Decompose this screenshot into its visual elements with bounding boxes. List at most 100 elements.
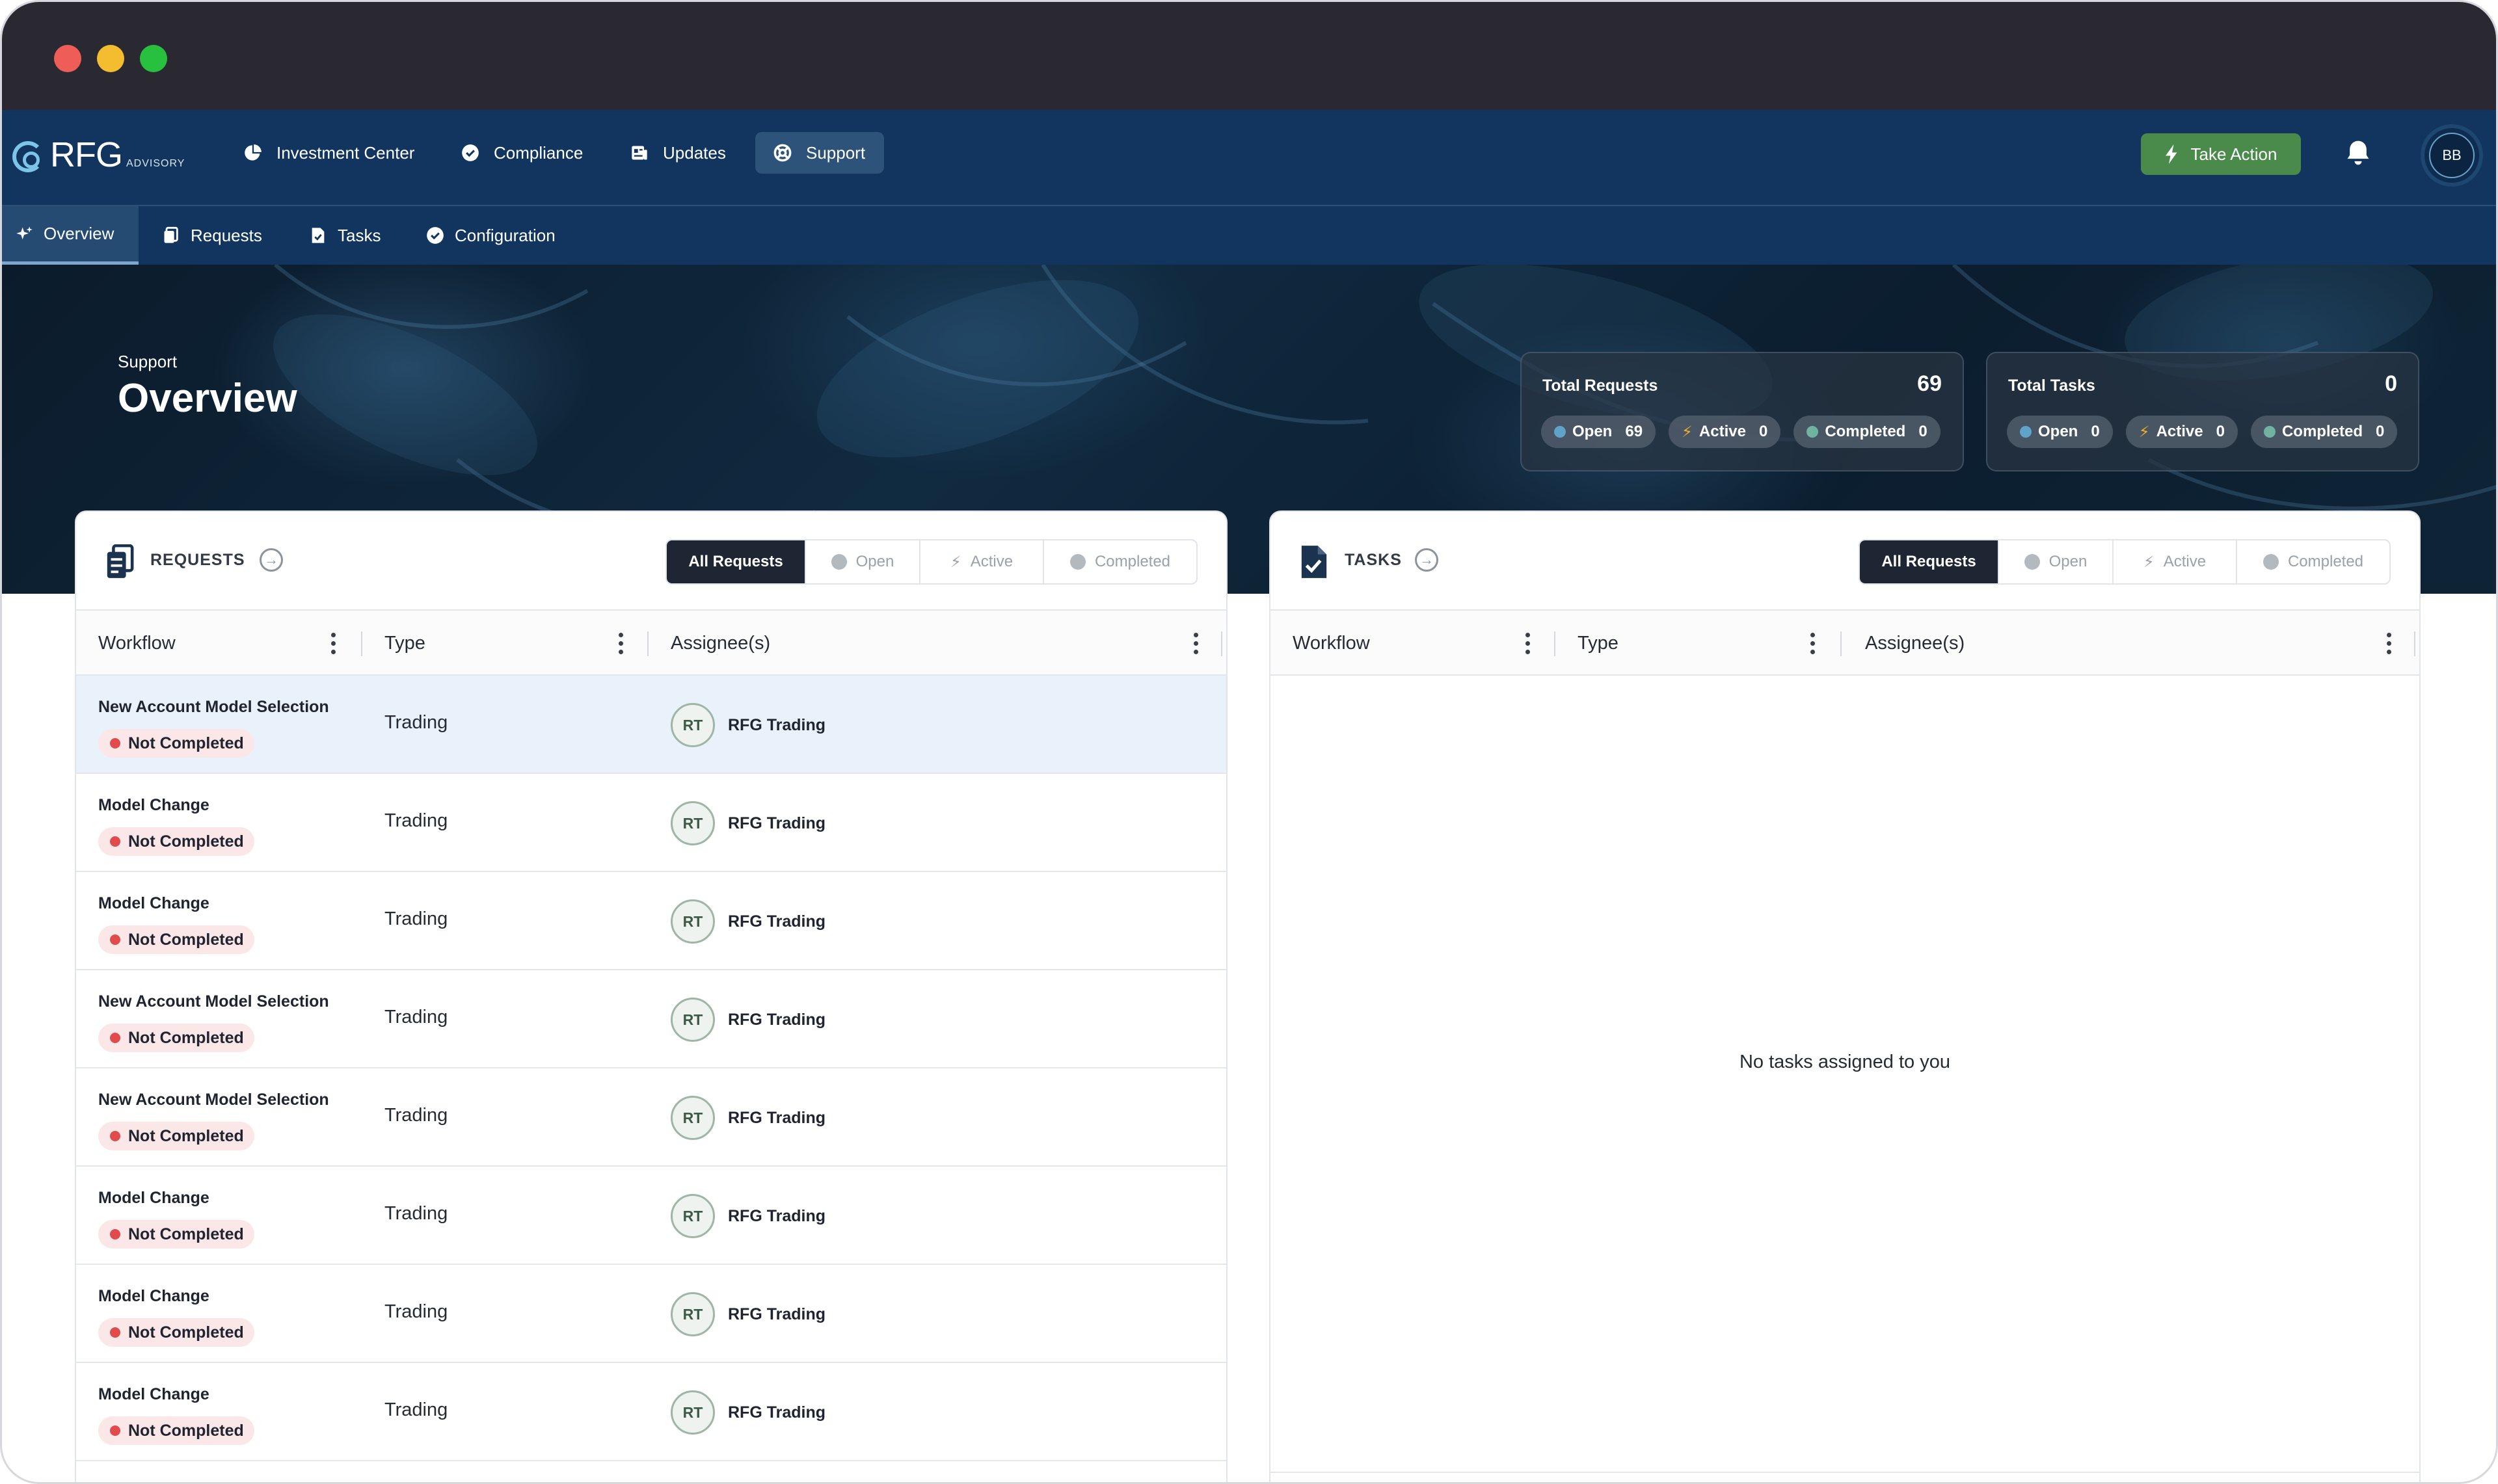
- check-circle-icon: [1069, 554, 1086, 570]
- tab-label: Overview: [44, 224, 114, 243]
- nav-support[interactable]: Support: [755, 132, 884, 174]
- column-menu-icon[interactable]: [1810, 633, 1816, 655]
- filter-label: Active: [970, 553, 1014, 570]
- filter-active[interactable]: ⚡ Active: [2112, 540, 2236, 583]
- column-menu-icon[interactable]: [2387, 633, 2392, 655]
- column-divider[interactable]: [361, 631, 362, 656]
- notification-bell-icon[interactable]: [2344, 139, 2372, 167]
- take-action-label: Take Action: [2190, 144, 2277, 164]
- open-pill[interactable]: Open 69: [1541, 416, 1656, 448]
- panel-title: REQUESTS: [150, 551, 245, 569]
- filter-open[interactable]: Open: [1998, 540, 2112, 583]
- filter-open[interactable]: Open: [805, 540, 919, 583]
- column-menu-icon[interactable]: [331, 633, 336, 655]
- workflow-name: Model Change: [98, 1189, 209, 1207]
- table-row[interactable]: Model Change Not Completed Trading RT RFG…: [76, 1363, 1226, 1461]
- assignee: RT RFG Trading: [671, 801, 826, 845]
- documents-icon: [107, 544, 134, 578]
- workflow-name: Model Change: [98, 1287, 209, 1305]
- close-window-button[interactable]: [54, 45, 81, 72]
- column-divider[interactable]: [2414, 631, 2415, 656]
- tab-label: Tasks: [338, 225, 381, 245]
- assignee-name: RFG Trading: [728, 715, 826, 734]
- table-row[interactable]: Model Change Not Completed Trading RT RFG…: [76, 1167, 1226, 1265]
- filter-completed[interactable]: Completed: [1043, 540, 1196, 583]
- open-pill[interactable]: Open 0: [2007, 416, 2113, 448]
- completed-pill[interactable]: Completed 0: [2250, 416, 2398, 448]
- card-total: 69: [1917, 371, 1942, 396]
- card-title: Total Requests: [1542, 377, 1658, 395]
- open-icon: [831, 554, 847, 570]
- workflow-name: Model Change: [98, 894, 209, 912]
- pill-value: 69: [1625, 423, 1643, 440]
- bolt-icon: ⚡: [1682, 423, 1693, 441]
- nav-label: Investment Center: [276, 142, 415, 163]
- column-header-type[interactable]: Type: [1578, 611, 1618, 676]
- column-divider[interactable]: [1221, 631, 1222, 656]
- workflow-name: Model Change: [98, 796, 209, 814]
- table-row[interactable]: New Account Model Selection Not Complete…: [76, 1068, 1226, 1167]
- table-row[interactable]: New Account Model Selection Not Complete…: [76, 676, 1226, 774]
- workflow-name: Model Change: [98, 1385, 209, 1403]
- assignee: RT RFG Trading: [671, 703, 826, 747]
- table-footer-divider: [1270, 1472, 2419, 1473]
- completed-pill[interactable]: Completed 0: [1793, 416, 1941, 448]
- nav-compliance[interactable]: Compliance: [443, 132, 601, 174]
- arrow-right-icon[interactable]: →: [1415, 548, 1438, 572]
- pill-value: 0: [2091, 423, 2100, 440]
- active-pill[interactable]: ⚡ Active 0: [2125, 416, 2238, 448]
- nav-updates[interactable]: Updates: [612, 132, 744, 174]
- maximize-window-button[interactable]: [140, 45, 167, 72]
- filter-all-requests[interactable]: All Requests: [667, 540, 805, 583]
- take-action-button[interactable]: Take Action: [2141, 133, 2301, 175]
- column-divider[interactable]: [1554, 631, 1555, 656]
- assignee-name: RFG Trading: [728, 1108, 826, 1127]
- minimize-window-button[interactable]: [97, 45, 124, 72]
- column-header-workflow[interactable]: Workflow: [98, 611, 176, 676]
- table-row[interactable]: Model Change Not Completed Trading RT RFG…: [76, 774, 1226, 872]
- column-menu-icon[interactable]: [1525, 633, 1531, 655]
- tab-requests[interactable]: Requests: [149, 206, 275, 265]
- tab-tasks[interactable]: Tasks: [296, 206, 394, 265]
- status-badge: Not Completed: [98, 1024, 254, 1052]
- filter-completed[interactable]: Completed: [2236, 540, 2389, 583]
- column-menu-icon[interactable]: [1194, 633, 1199, 655]
- page-title: Overview: [118, 376, 297, 421]
- assignee-name: RFG Trading: [728, 1206, 826, 1225]
- column-divider[interactable]: [1840, 631, 1842, 656]
- open-dot-icon: [2020, 426, 2032, 438]
- documents-icon: [164, 226, 178, 243]
- pill-label: Active: [2156, 423, 2203, 440]
- requests-panel-header: REQUESTS → All Requests Open ⚡ Active Com…: [76, 512, 1226, 609]
- column-menu-icon[interactable]: [619, 633, 624, 655]
- bolt-icon: ⚡: [2143, 553, 2155, 571]
- column-divider[interactable]: [647, 631, 649, 656]
- tab-configuration[interactable]: Configuration: [413, 206, 569, 265]
- column-header-assignees[interactable]: Assignee(s): [671, 611, 770, 676]
- brand-logo[interactable]: RFG ADVISORY: [12, 137, 185, 172]
- filter-all-requests[interactable]: All Requests: [1860, 540, 1998, 583]
- sub-nav: Overview Requests Tasks Configuration: [2, 205, 2496, 265]
- file-check-icon: [1301, 546, 1327, 578]
- active-pill[interactable]: ⚡ Active 0: [1669, 416, 1781, 448]
- user-avatar-button[interactable]: BB: [2421, 124, 2483, 187]
- arrow-right-icon[interactable]: →: [260, 548, 283, 572]
- avatar: RT: [671, 1194, 715, 1238]
- column-header-assignees[interactable]: Assignee(s): [1865, 611, 1965, 676]
- filter-active[interactable]: ⚡ Active: [919, 540, 1043, 583]
- avatar: RT: [671, 998, 715, 1042]
- tab-overview[interactable]: Overview: [2, 206, 139, 265]
- completed-dot-icon: [1806, 426, 1819, 438]
- table-row[interactable]: Model Change Not Completed Trading RT RFG…: [76, 1265, 1226, 1363]
- table-row[interactable]: New Account Model Selection Not Complete…: [76, 970, 1226, 1068]
- filter-label: Completed: [2287, 553, 2364, 570]
- nav-investment-center[interactable]: Investment Center: [226, 132, 433, 174]
- avatar: RT: [671, 1390, 715, 1435]
- pill-value: 0: [1758, 423, 1768, 440]
- total-requests-card: Total Requests 69 Open 69 ⚡ Active 0 Com…: [1520, 352, 1964, 471]
- tasks-table-header: Workflow Type Assignee(s): [1270, 609, 2419, 676]
- pill-label: Active: [1699, 423, 1746, 440]
- table-row[interactable]: Model Change Not Completed Trading RT RFG…: [76, 872, 1226, 970]
- column-header-type[interactable]: Type: [384, 611, 425, 676]
- column-header-workflow[interactable]: Workflow: [1293, 611, 1370, 676]
